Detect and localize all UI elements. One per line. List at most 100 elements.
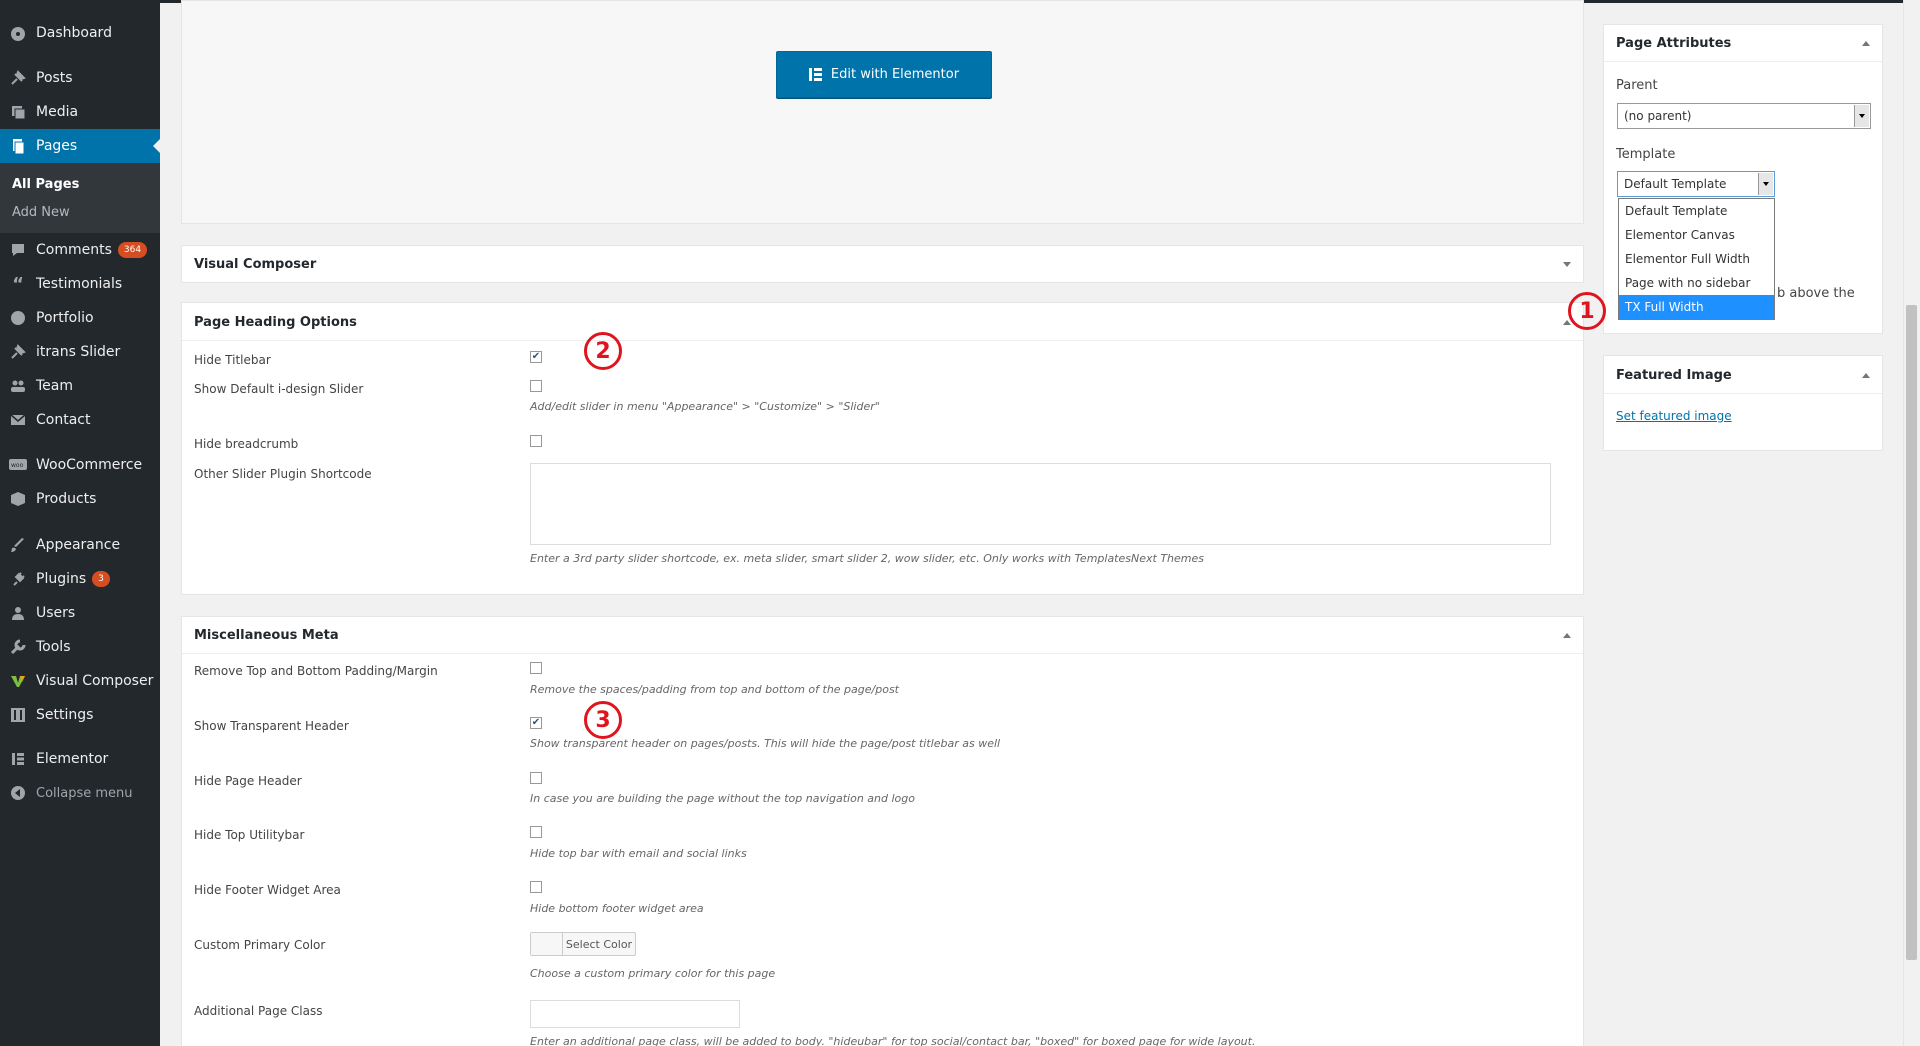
divider	[1604, 61, 1882, 62]
sidebar-item-elementor[interactable]: Elementor	[0, 742, 160, 776]
sidebar-item-tools[interactable]: Tools	[0, 630, 160, 664]
pages-submenu: All Pages Add New	[0, 163, 160, 233]
sidebar-item-media[interactable]: Media	[0, 95, 160, 129]
sidebar-item-comments[interactable]: Comments 364	[0, 233, 160, 267]
sidebar-item-label: Media	[36, 104, 79, 120]
template-select[interactable]: Default Template	[1617, 171, 1775, 197]
sidebar-item-label: WooCommerce	[36, 457, 143, 473]
select-color-label: Select Color	[565, 937, 633, 951]
additional-class-input[interactable]	[530, 1000, 740, 1028]
sidebar-item-team[interactable]: Team	[0, 369, 160, 403]
transparent-header-checkbox[interactable]: ✔	[530, 717, 542, 729]
chevron-up-icon[interactable]	[1862, 41, 1870, 46]
sidebar-item-itrans-slider[interactable]: itrans Slider	[0, 335, 160, 369]
edit-with-elementor-button[interactable]: Edit with Elementor	[776, 51, 992, 98]
sidebar-item-label: Testimonials	[36, 276, 123, 292]
divider	[182, 340, 1583, 341]
sidebar-item-label: Team	[36, 378, 74, 394]
template-option[interactable]: Elementor Canvas	[1619, 223, 1774, 247]
sidebar-item-label: Visual Composer	[36, 673, 154, 689]
remove-padding-label: Remove Top and Bottom Padding/Margin	[194, 664, 438, 678]
sidebar-item-plugins[interactable]: Plugins 3	[0, 562, 160, 596]
svg-text:woo: woo	[11, 462, 24, 469]
sidebar-item-users[interactable]: Users	[0, 596, 160, 630]
visual-composer-metabox[interactable]: Visual Composer	[181, 245, 1584, 283]
annotation-marker-2: 2	[584, 332, 622, 370]
hide-breadcrumb-label: Hide breadcrumb	[194, 437, 299, 451]
scrollbar-thumb[interactable]	[1906, 305, 1917, 960]
quote-icon: “	[12, 273, 24, 295]
sidebar-item-label: Comments	[36, 242, 112, 258]
annotation-marker-3: 3	[584, 701, 622, 739]
sidebar-item-pages[interactable]: Pages	[0, 129, 160, 163]
other-slider-label: Other Slider Plugin Shortcode	[194, 467, 372, 481]
sidebar-item-contact[interactable]: Contact	[0, 403, 160, 437]
team-icon	[0, 378, 36, 394]
pin-icon	[0, 344, 36, 360]
chevron-up-icon[interactable]	[1862, 373, 1870, 378]
sidebar-item-visual-composer[interactable]: Visual Composer	[0, 664, 160, 698]
sidebar-item-label: Elementor	[36, 751, 109, 767]
sidebar-item-label: Posts	[36, 70, 73, 86]
pages-icon	[0, 138, 36, 154]
remove-padding-checkbox[interactable]	[530, 662, 542, 674]
chevron-down-icon	[1758, 173, 1773, 195]
sidebar-item-label: Settings	[36, 707, 94, 723]
hide-top-utilitybar-checkbox[interactable]	[530, 826, 542, 838]
comments-count-badge: 364	[117, 242, 148, 258]
sidebar-item-dashboard[interactable]: Dashboard	[0, 16, 160, 50]
parent-label: Parent	[1616, 78, 1658, 93]
sidebar-item-label: Plugins	[36, 571, 87, 587]
page-heading-options-metabox: Page Heading Options Hide Titlebar ✔ Sho…	[181, 302, 1584, 595]
select-color-button[interactable]: Select Color	[530, 932, 636, 956]
parent-select-value: (no parent)	[1624, 109, 1692, 123]
parent-select[interactable]: (no parent)	[1617, 103, 1871, 129]
portfolio-icon	[0, 311, 36, 325]
sidebar-item-woocommerce[interactable]: woo WooCommerce	[0, 448, 160, 482]
hide-breadcrumb-checkbox[interactable]	[530, 435, 542, 447]
sidebar-item-label: Pages	[36, 138, 78, 154]
chevron-up-icon[interactable]	[1563, 633, 1571, 638]
other-slider-desc: Enter a 3rd party slider shortcode, ex. …	[530, 552, 1204, 565]
woocommerce-icon: woo	[0, 458, 36, 472]
hide-footer-widget-checkbox[interactable]	[530, 881, 542, 893]
hide-page-header-checkbox[interactable]	[530, 772, 542, 784]
show-default-slider-checkbox[interactable]	[530, 380, 542, 392]
sidebar-item-label: Collapse menu	[36, 785, 133, 801]
sidebar-item-appearance[interactable]: Appearance	[0, 528, 160, 562]
elementor-icon	[808, 68, 822, 81]
page-attributes-title: Page Attributes	[1616, 36, 1732, 51]
collapse-menu-button[interactable]: Collapse menu	[0, 776, 160, 810]
sidebar-item-portfolio[interactable]: Portfolio	[0, 301, 160, 335]
hide-top-utilitybar-label: Hide Top Utilitybar	[194, 828, 305, 842]
submenu-add-new[interactable]: Add New	[12, 205, 70, 220]
chevron-down-icon[interactable]	[1563, 262, 1571, 267]
sidebar-item-label: Users	[36, 605, 76, 621]
set-featured-image-link[interactable]: Set featured image	[1616, 409, 1732, 423]
sidebar-item-products[interactable]: Products	[0, 482, 160, 516]
chevron-down-icon	[1854, 105, 1869, 127]
sidebar-item-testimonials[interactable]: “ Testimonials	[0, 267, 160, 301]
mail-icon	[0, 412, 36, 428]
hide-titlebar-checkbox[interactable]: ✔	[530, 351, 542, 363]
template-label: Template	[1616, 147, 1676, 162]
hide-footer-widget-label: Hide Footer Widget Area	[194, 883, 341, 897]
brush-icon	[0, 537, 36, 553]
plugins-count-badge: 3	[92, 571, 110, 587]
remove-padding-desc: Remove the spaces/padding from top and b…	[530, 683, 899, 696]
template-option[interactable]: Elementor Full Width	[1619, 247, 1774, 271]
annotation-marker-1: 1	[1568, 292, 1606, 330]
template-option[interactable]: Page with no sidebar	[1619, 271, 1774, 295]
hide-page-header-desc: In case you are building the page withou…	[530, 792, 915, 805]
other-slider-shortcode-textarea[interactable]	[530, 463, 1551, 545]
template-option-selected[interactable]: TX Full Width	[1619, 295, 1774, 319]
miscellaneous-meta-metabox: Miscellaneous Meta Remove Top and Bottom…	[181, 616, 1584, 1046]
sidebar-item-settings[interactable]: Settings	[0, 698, 160, 732]
divider	[1604, 393, 1882, 394]
sidebar-item-label: Dashboard	[36, 25, 112, 41]
submenu-all-pages[interactable]: All Pages	[12, 177, 79, 192]
template-option[interactable]: Default Template	[1619, 199, 1774, 223]
dashboard-icon	[0, 25, 36, 41]
show-default-slider-desc: Add/edit slider in menu "Appearance" > "…	[530, 400, 880, 413]
sidebar-item-posts[interactable]: Posts	[0, 61, 160, 95]
